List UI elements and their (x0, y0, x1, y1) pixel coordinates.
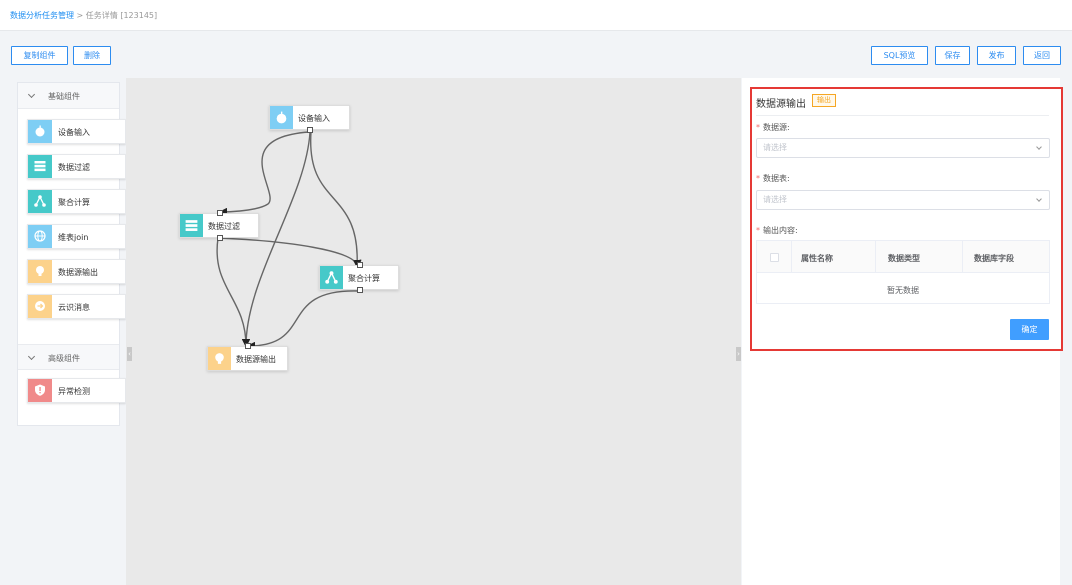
component-label: 数据过滤 (58, 163, 90, 172)
node-output-port[interactable] (357, 287, 363, 293)
required-mark: * (756, 123, 760, 132)
breadcrumb: 数据分析任务管理 > 任务详情 [123145] (10, 10, 157, 21)
select-all-checkbox[interactable] (770, 253, 779, 262)
collapse-left-panel-button[interactable]: ‹ (127, 347, 132, 361)
column-header-data-type: 数据类型 (888, 254, 920, 263)
chevron-down-icon (27, 90, 36, 99)
component-label: 异常检测 (58, 387, 90, 396)
globe-icon (28, 225, 52, 248)
component-dim-join[interactable]: 维表join (27, 224, 126, 249)
datasource-output-form: 数据源输出 输出 *数据源: *数据表: *输出内容: 属性名称 数据类型 数据… (750, 87, 1063, 351)
node-output-port[interactable] (307, 127, 313, 133)
datasource-select[interactable] (756, 138, 1050, 158)
component-datasource-output[interactable]: 数据源输出 (27, 259, 126, 284)
table-icon (180, 214, 203, 237)
datatable-label-text: 数据表: (763, 174, 790, 183)
table-header: 属性名称 数据类型 数据库字段 (757, 241, 1049, 273)
node-datasource-output[interactable]: 数据源输出 (207, 343, 288, 371)
edge-aggregate-output (246, 290, 361, 351)
edge-input-filter (218, 131, 310, 217)
datasource-label-text: 数据源: (763, 123, 790, 132)
datasource-label: * 数据源: (756, 122, 790, 133)
table-icon (28, 155, 52, 178)
column-header-db-field: 数据库字段 (974, 254, 1014, 263)
shield-icon (28, 379, 52, 402)
back-button[interactable]: 返回 (1023, 46, 1061, 65)
column-divider (791, 241, 792, 273)
share-nodes-icon (28, 190, 52, 213)
advanced-group-title: 高级组件 (48, 354, 80, 363)
node-label: 数据源输出 (236, 355, 276, 364)
required-mark: * (756, 174, 760, 183)
breadcrumb-separator: > (74, 11, 86, 20)
node-input-port[interactable] (357, 262, 363, 268)
advanced-group-header[interactable]: 高级组件 (18, 344, 119, 370)
output-content-label: * 输出内容: (756, 225, 798, 236)
sql-preview-button[interactable]: SQL预览 (871, 46, 928, 65)
component-label: 云识消息 (58, 303, 90, 312)
node-data-filter[interactable]: 数据过滤 (179, 210, 259, 241)
breadcrumb-current: 任务详情 [123145] (85, 11, 158, 20)
required-mark: * (756, 226, 760, 235)
arrow-circle-icon (28, 295, 52, 318)
component-label: 设备输入 (58, 128, 90, 137)
apple-icon (28, 120, 52, 143)
datatable-select[interactable] (756, 190, 1050, 210)
node-output-port[interactable] (217, 235, 223, 241)
copy-component-button[interactable]: 复制组件 (11, 46, 68, 65)
node-aggregate[interactable]: 聚合计算 (319, 262, 399, 293)
output-fields-table: 属性名称 数据类型 数据库字段 暂无数据 (756, 240, 1050, 304)
breadcrumb-root-link[interactable]: 数据分析任务管理 (10, 11, 74, 20)
column-divider (875, 241, 876, 273)
edge-input-aggregate (310, 131, 362, 269)
form-divider (756, 115, 1049, 116)
bulb-icon (28, 260, 52, 283)
column-header-attribute-name: 属性名称 (801, 254, 833, 263)
datatable-label: * 数据表: (756, 173, 790, 184)
component-aggregate[interactable]: 聚合计算 (27, 189, 126, 214)
component-label: 聚合计算 (58, 198, 90, 207)
publish-button[interactable]: 发布 (977, 46, 1016, 65)
flow-edges (216, 131, 362, 351)
top-bar: 数据分析任务管理 > 任务详情 [123145] (0, 0, 1072, 31)
bulb-icon (208, 347, 231, 370)
column-divider (962, 241, 963, 273)
node-label: 数据过滤 (208, 222, 240, 231)
component-anomaly-detect[interactable]: 异常检测 (27, 378, 126, 403)
node-label: 聚合计算 (348, 274, 380, 283)
save-button[interactable]: 保存 (935, 46, 970, 65)
datasource-input[interactable] (763, 143, 1023, 152)
datatable-input[interactable] (763, 195, 1023, 204)
edge-filter-aggregate (218, 237, 362, 269)
basic-group-title: 基础组件 (48, 92, 80, 101)
form-title: 数据源输出 (756, 99, 806, 110)
output-tag: 输出 (812, 94, 836, 107)
output-content-label-text: 输出内容: (763, 226, 798, 235)
delete-button[interactable]: 删除 (73, 46, 111, 65)
collapse-right-panel-button[interactable]: › (736, 347, 741, 361)
chevron-down-icon (1036, 196, 1042, 202)
basic-group-header[interactable]: 基础组件 (18, 83, 119, 109)
apple-icon (270, 106, 293, 129)
chevron-down-icon (1036, 144, 1042, 150)
component-palette: 基础组件 设备输入 数据过滤 聚合计算 维表join 数据源输出 云识消息 高级… (17, 82, 126, 426)
share-nodes-icon (320, 266, 343, 289)
chevron-down-icon (27, 352, 36, 361)
component-label: 数据源输出 (58, 268, 98, 277)
component-cloud-message[interactable]: 云识消息 (27, 294, 126, 319)
empty-table-text: 暂无数据 (887, 286, 919, 295)
flow-canvas[interactable]: 设备输入 数据过滤 聚合计算 数据源输出 (126, 78, 741, 585)
node-input-port[interactable] (217, 210, 223, 216)
component-label: 维表join (58, 233, 89, 242)
edge-filter-output (216, 237, 251, 348)
node-device-input[interactable]: 设备输入 (269, 105, 350, 133)
component-data-filter[interactable]: 数据过滤 (27, 154, 126, 179)
node-label: 设备输入 (298, 114, 330, 123)
component-device-input[interactable]: 设备输入 (27, 119, 126, 144)
confirm-button[interactable]: 确定 (1010, 319, 1049, 340)
node-input-port[interactable] (245, 343, 251, 349)
